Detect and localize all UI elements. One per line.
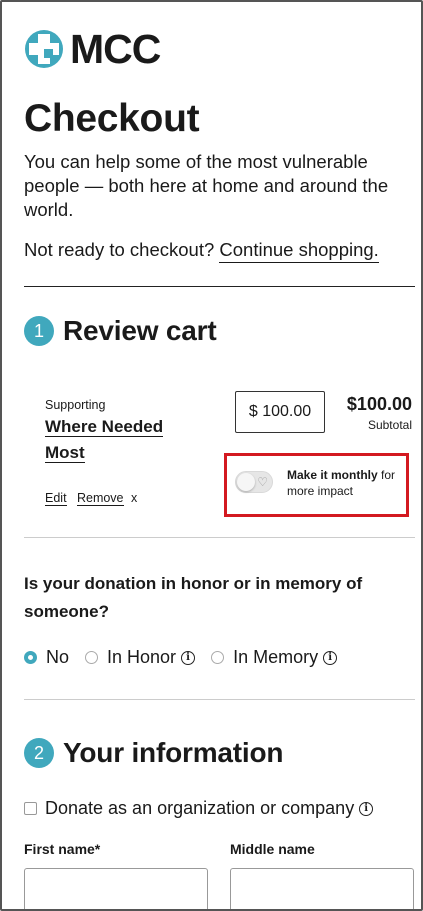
review-cart-header: 1 Review cart (24, 315, 217, 347)
toggle-knob (237, 473, 255, 491)
fund-name[interactable]: Where Needed Most (45, 417, 164, 463)
heart-icon: ♡ (257, 475, 268, 489)
radio-in-memory[interactable]: In Memory i (211, 647, 338, 668)
subtotal-label: Subtotal (367, 418, 412, 432)
your-information-title: Your information (63, 737, 284, 768)
make-monthly-bold: Make it monthly (287, 468, 378, 482)
radio-no-indicator[interactable] (24, 651, 37, 664)
middle-name-field[interactable] (230, 868, 414, 909)
organization-checkbox-label[interactable]: Donate as an organization or company (45, 798, 354, 819)
mcc-cross-logo-icon (24, 29, 64, 69)
first-name-label: First name* (24, 841, 101, 857)
radio-no[interactable]: No (24, 647, 69, 668)
page-frame: MCC Checkout You can help some of the mo… (0, 0, 423, 911)
info-icon[interactable]: i (359, 801, 374, 816)
intro-text: You can help some of the most vulnerable… (24, 151, 389, 220)
divider (24, 699, 415, 700)
not-ready-line: Not ready to checkout? Continue shopping… (24, 238, 379, 263)
radio-no-label[interactable]: No (46, 647, 69, 668)
brand-name: MCC (70, 26, 161, 72)
radio-in-honor-indicator[interactable] (85, 651, 99, 664)
not-ready-text: Not ready to checkout? (24, 239, 215, 260)
organization-checkbox-row[interactable]: Donate as an organization or company i (24, 798, 374, 819)
info-icon[interactable]: i (323, 650, 338, 665)
line-total: $100.00 (346, 394, 412, 414)
your-information-header: 2 Your information (24, 737, 283, 769)
cart-item-actions: Edit Remove x (45, 491, 137, 506)
make-monthly-toggle[interactable]: ♡ (235, 471, 273, 493)
honor-radio-group: No In Honor i In Memory i (24, 647, 353, 668)
radio-in-memory-indicator[interactable] (211, 651, 225, 664)
remove-x-icon[interactable]: x (131, 491, 137, 505)
divider (24, 286, 415, 287)
review-cart-title: Review cart (63, 315, 217, 346)
page-title: Checkout (24, 97, 200, 140)
divider (24, 537, 415, 538)
edit-link[interactable]: Edit (45, 491, 67, 506)
radio-in-honor[interactable]: In Honor i (85, 647, 196, 668)
step-number-badge: 2 (24, 738, 54, 768)
continue-shopping-link[interactable]: Continue shopping. (219, 239, 379, 263)
supporting-label: Supporting (45, 398, 106, 412)
mcc-logo[interactable]: MCC (24, 26, 161, 72)
remove-link[interactable]: Remove (76, 491, 124, 506)
radio-in-memory-label[interactable]: In Memory (233, 647, 318, 668)
step-number-badge: 1 (24, 316, 54, 346)
radio-in-honor-label[interactable]: In Honor (107, 647, 176, 668)
donation-amount-input[interactable]: $ 100.00 (235, 391, 325, 433)
honor-question: Is your donation in honor or in memory o… (24, 574, 363, 621)
make-monthly-label: Make it monthly for more impact (287, 467, 405, 499)
middle-name-label: Middle name (230, 841, 315, 857)
organization-checkbox[interactable] (24, 802, 37, 815)
fund-name-link[interactable]: Where Needed Most (45, 414, 195, 466)
info-icon[interactable]: i (181, 650, 196, 665)
first-name-field[interactable] (24, 868, 208, 909)
